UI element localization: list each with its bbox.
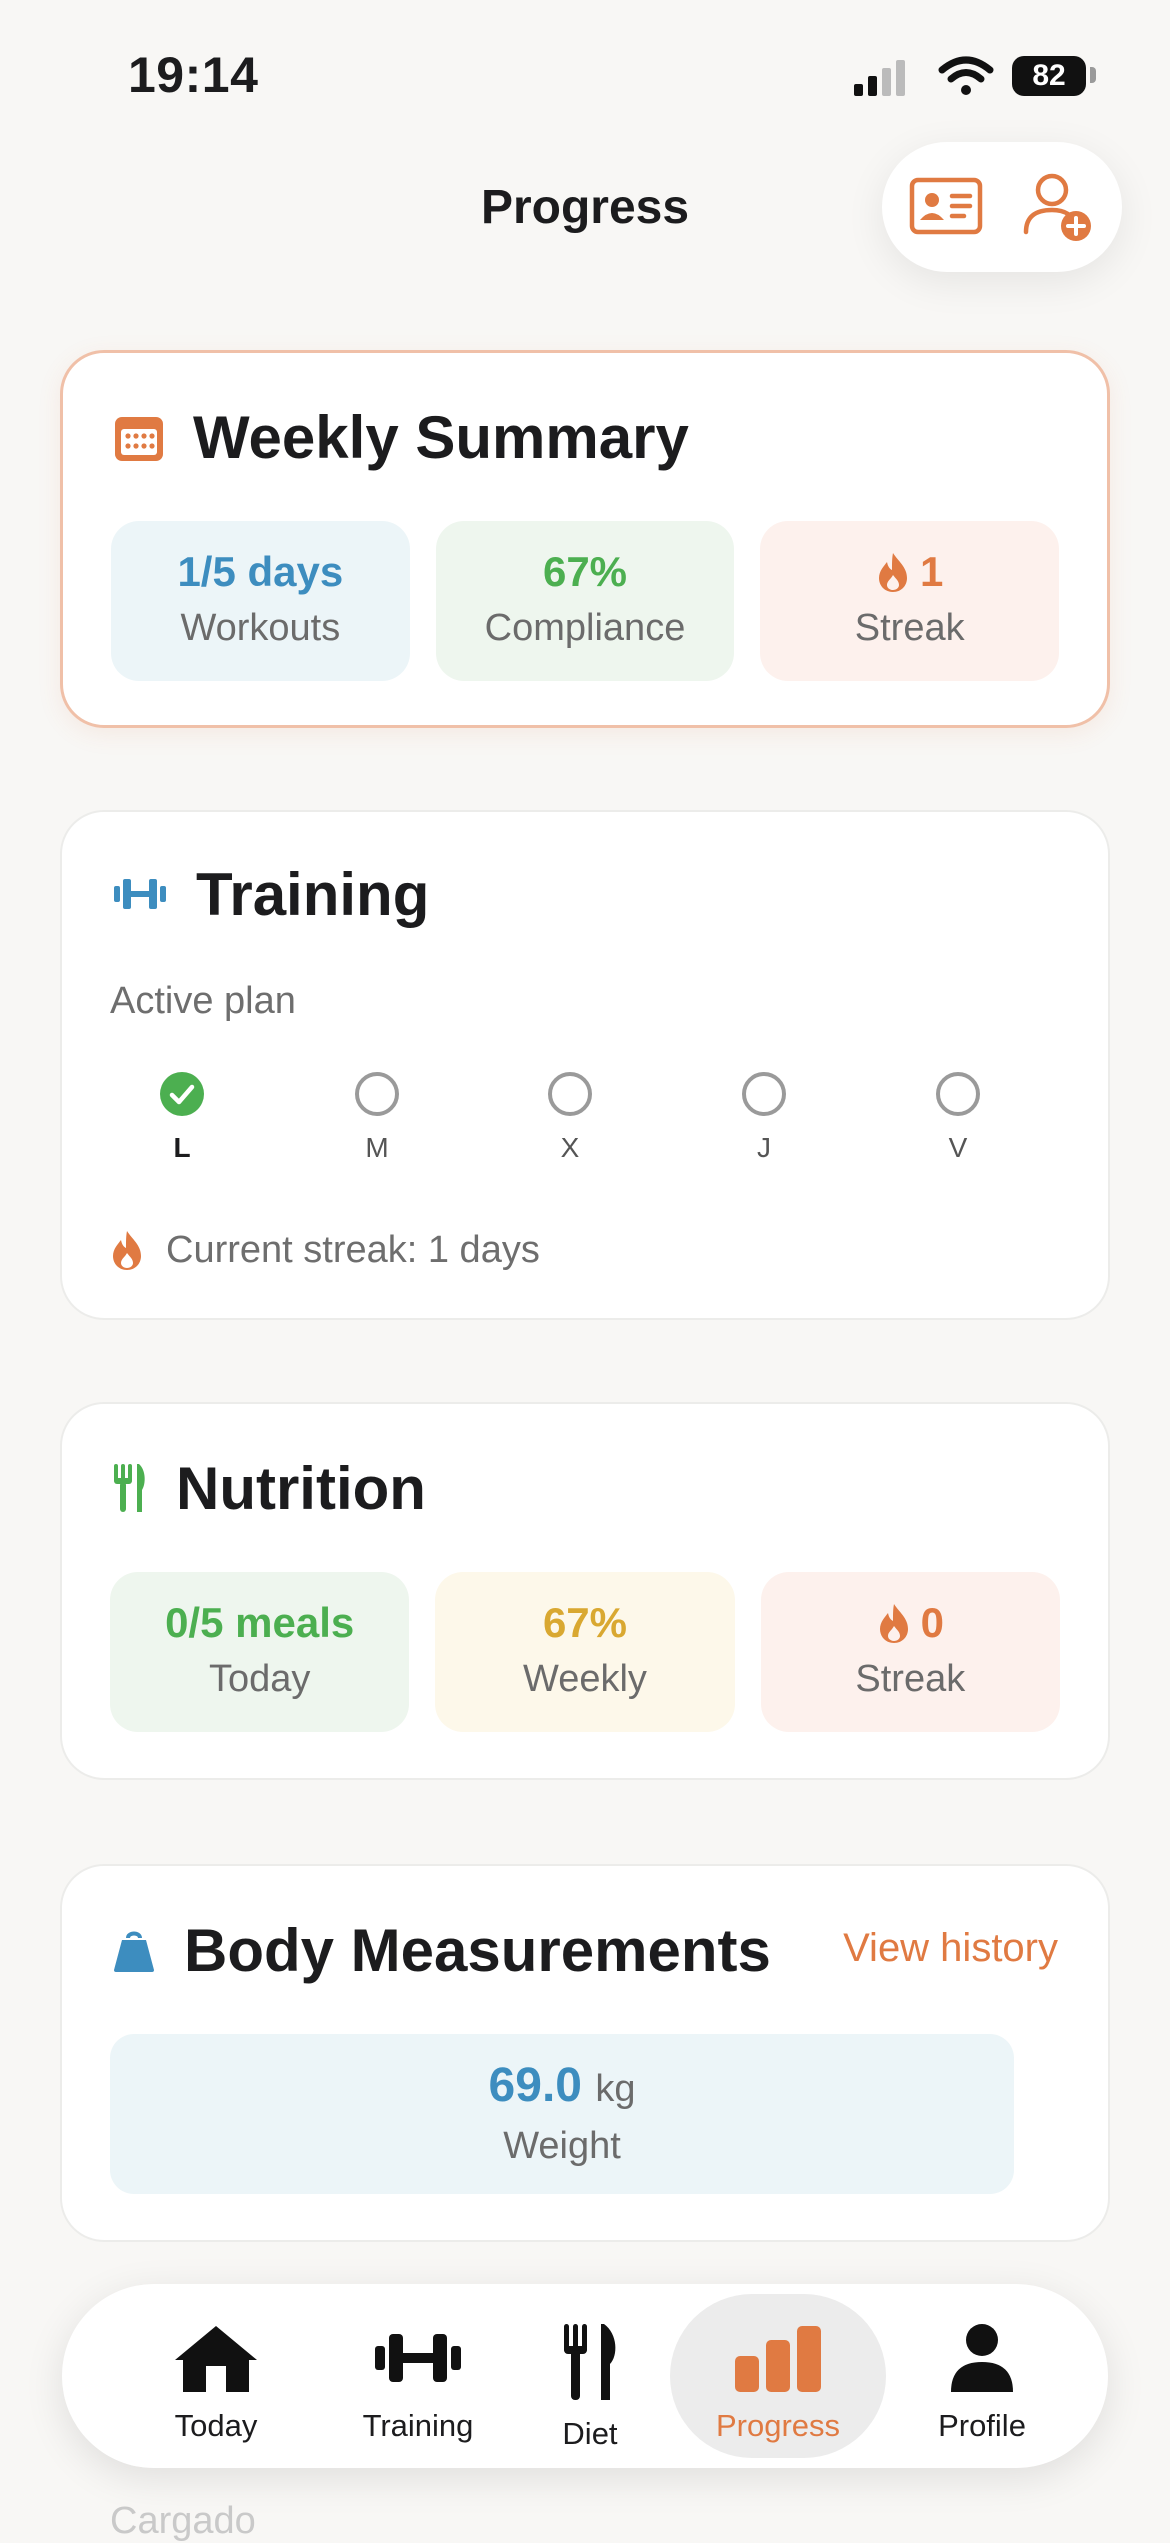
nav-header: Progress bbox=[0, 142, 1170, 272]
cellular-signal-icon bbox=[854, 60, 905, 96]
nutrition-card[interactable]: Nutrition 0/5 meals Today 67% Weekly 0 S… bbox=[60, 1402, 1110, 1780]
empty-circle-icon bbox=[355, 1072, 399, 1116]
streak-stat: 1 Streak bbox=[760, 521, 1060, 681]
training-title: Training bbox=[196, 860, 430, 928]
weight-kettlebell-icon bbox=[114, 1931, 154, 1972]
weight-unit: kg bbox=[595, 2068, 636, 2110]
nutrition-header: Nutrition bbox=[112, 1448, 426, 1528]
streak-label: Streak bbox=[854, 607, 965, 649]
view-history-link[interactable]: View history bbox=[843, 1926, 1058, 1971]
compliance-label: Compliance bbox=[484, 607, 686, 649]
current-streak-text: Current streak: 1 days bbox=[166, 1228, 540, 1271]
active-plan-label: Active plan bbox=[110, 980, 296, 1022]
home-icon bbox=[175, 2326, 257, 2392]
bar-chart-icon bbox=[735, 2326, 821, 2392]
battery-indicator: 82 bbox=[1012, 56, 1086, 96]
fork-knife-icon bbox=[114, 1464, 145, 1512]
tab-diet[interactable]: Diet bbox=[482, 2294, 698, 2458]
person-icon bbox=[951, 2324, 1013, 2392]
tab-label: Diet bbox=[562, 2416, 618, 2451]
weekly-summary-title: Weekly Summary bbox=[193, 403, 689, 471]
flame-icon bbox=[879, 553, 907, 592]
status-bar: 19:14 82 bbox=[0, 0, 1170, 150]
nutrition-streak-label: Streak bbox=[855, 1658, 966, 1700]
wifi-icon bbox=[938, 56, 994, 95]
tab-bar: Today Training Diet Progress Profile bbox=[62, 2284, 1108, 2468]
weight-label: Weight bbox=[503, 2125, 621, 2167]
training-card[interactable]: Training Active plan L M X J V Current s… bbox=[60, 810, 1110, 1320]
day-label: V bbox=[948, 1132, 968, 1163]
header-actions bbox=[882, 142, 1122, 272]
tab-label: Today bbox=[174, 2408, 258, 2443]
id-card-icon bbox=[909, 177, 983, 235]
compliance-value: 67% bbox=[542, 548, 628, 595]
weight-stat: 69.0 kg Weight bbox=[110, 2034, 1014, 2194]
id-card-button[interactable] bbox=[904, 164, 988, 248]
tab-today[interactable]: Today bbox=[108, 2294, 324, 2458]
workouts-stat: 1/5 days Workouts bbox=[111, 521, 410, 681]
body-measurements-card[interactable]: Body Measurements View history 69.0 kg W… bbox=[60, 1864, 1110, 2242]
tab-label: Progress bbox=[715, 2408, 841, 2443]
weekly-value: 67% bbox=[542, 1599, 628, 1646]
battery-tip bbox=[1090, 67, 1096, 83]
fork-knife-icon bbox=[564, 2324, 616, 2400]
weight-value: 69.0 bbox=[488, 2059, 582, 2112]
empty-circle-icon bbox=[742, 1072, 786, 1116]
day-label: L bbox=[173, 1132, 191, 1163]
workouts-label: Workouts bbox=[180, 607, 341, 649]
day-x[interactable]: X bbox=[510, 1072, 630, 1164]
training-header: Training bbox=[112, 854, 429, 934]
flame-icon bbox=[113, 1231, 141, 1270]
tab-profile[interactable]: Profile bbox=[874, 2294, 1090, 2458]
nutrition-streak-value: 0 bbox=[920, 1599, 944, 1646]
compliance-stat: 67% Compliance bbox=[435, 521, 735, 681]
dumbbell-icon bbox=[114, 879, 166, 909]
flame-icon bbox=[879, 1604, 908, 1643]
status-icons: 82 bbox=[852, 54, 1096, 104]
weekly-stat: 67% Weekly bbox=[435, 1572, 735, 1732]
nutrition-stats: 0/5 meals Today 67% Weekly 0 Streak bbox=[110, 1572, 1060, 1732]
tab-label: Profile bbox=[938, 2408, 1026, 2443]
weekly-label: Weekly bbox=[523, 1658, 647, 1700]
tab-progress[interactable]: Progress bbox=[670, 2294, 886, 2458]
meals-label: Today bbox=[208, 1658, 311, 1700]
nutrition-streak-stat: 0 Streak bbox=[760, 1572, 1060, 1732]
weekly-summary-stats: 1/5 days Workouts 67% Compliance 1 Strea… bbox=[111, 521, 1060, 681]
body-measurements-header: Body Measurements bbox=[112, 1910, 771, 1990]
meals-value: 0/5 meals bbox=[165, 1599, 355, 1646]
empty-circle-icon bbox=[548, 1072, 592, 1116]
day-j[interactable]: J bbox=[704, 1072, 824, 1164]
empty-circle-icon bbox=[936, 1072, 980, 1116]
current-streak: Current streak: 1 days bbox=[110, 1228, 540, 1272]
next-card-peek-text: Cargado bbox=[110, 2500, 256, 2542]
add-user-button[interactable] bbox=[1016, 164, 1100, 248]
dumbbell-icon bbox=[375, 2334, 461, 2382]
calendar-icon bbox=[115, 417, 163, 461]
weekday-tracker: L M X J V bbox=[122, 1072, 1048, 1192]
meals-stat: 0/5 meals Today bbox=[110, 1572, 410, 1732]
day-label: J bbox=[757, 1132, 771, 1163]
status-time: 19:14 bbox=[128, 47, 259, 103]
weekly-summary-header: Weekly Summary bbox=[113, 397, 689, 477]
day-label: X bbox=[560, 1132, 580, 1163]
day-l[interactable]: L bbox=[122, 1072, 242, 1164]
body-measurements-title: Body Measurements bbox=[184, 1916, 771, 1984]
nutrition-title: Nutrition bbox=[176, 1454, 426, 1522]
check-icon bbox=[160, 1072, 204, 1116]
day-v[interactable]: V bbox=[898, 1072, 1018, 1164]
add-user-icon bbox=[1023, 173, 1091, 241]
workouts-value: 1/5 days bbox=[177, 548, 344, 595]
day-m[interactable]: M bbox=[317, 1072, 437, 1164]
weekly-summary-card[interactable]: Weekly Summary 1/5 days Workouts 67% Com… bbox=[60, 350, 1110, 728]
streak-value: 1 bbox=[920, 548, 944, 595]
day-label: M bbox=[365, 1132, 389, 1163]
